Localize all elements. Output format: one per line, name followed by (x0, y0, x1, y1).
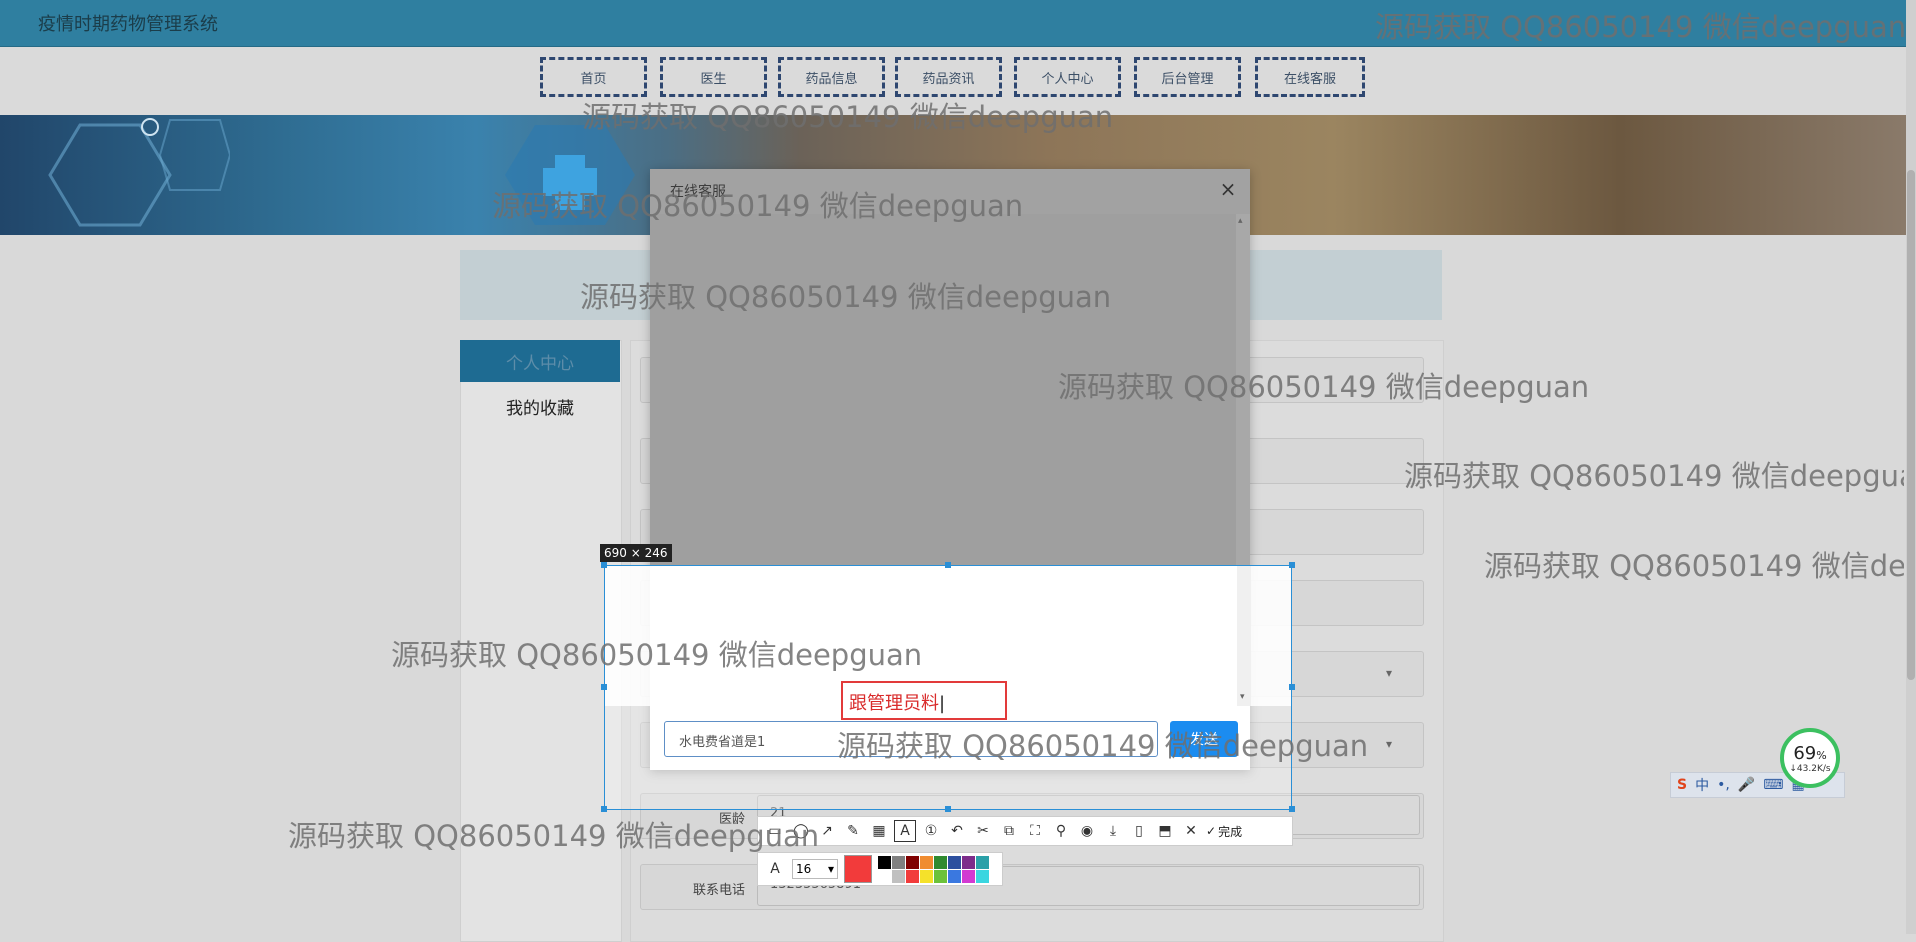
percent-unit: % (1816, 748, 1827, 762)
color-swatch[interactable] (906, 855, 919, 869)
nav-item-drug-news[interactable]: 药品资讯 (895, 57, 1002, 97)
color-swatch[interactable] (920, 869, 933, 883)
font-size-select[interactable]: 16 ▾ (792, 859, 838, 879)
nav-item-doctor[interactable]: 医生 (660, 57, 767, 97)
color-swatch[interactable] (906, 869, 919, 883)
microphone-icon[interactable]: 🎤 (1738, 777, 1755, 793)
font-size-value: 16 (796, 862, 812, 876)
watermark: 源码获取 QQ86050149 微信deepguan (492, 189, 1024, 223)
scissors-icon[interactable]: ✂ (972, 820, 994, 842)
resize-handle[interactable] (601, 684, 607, 690)
chevron-down-icon: ▾ (827, 862, 834, 876)
current-color-swatch[interactable] (844, 855, 872, 883)
selection-size-label: 690 × 246 (600, 544, 672, 562)
download-icon[interactable]: ⤓ (1102, 820, 1124, 842)
close-icon[interactable]: ✕ (1180, 820, 1202, 842)
watermark: 源码获取 QQ86050149 微信deepguan (1404, 459, 1904, 493)
app-title: 疫情时期药物管理系统 (38, 14, 218, 35)
color-swatch[interactable] (892, 869, 905, 883)
page-scroll-thumb[interactable] (1907, 170, 1915, 680)
color-swatch[interactable] (976, 855, 989, 869)
pin-icon[interactable]: ⚲ (1050, 820, 1072, 842)
net-speed: ↓43.2K/s (1789, 763, 1831, 774)
watermark: 源码获取 QQ86050149 微信deepguan (837, 729, 1369, 763)
resize-handle[interactable] (1289, 806, 1295, 812)
color-swatch[interactable] (878, 855, 891, 869)
color-swatch[interactable] (962, 869, 975, 883)
watermark: 源码获取 QQ86050149 微信deepguan (391, 638, 923, 672)
resize-handle[interactable] (1289, 684, 1295, 690)
check-icon: ✓ (1206, 824, 1217, 838)
color-swatch[interactable] (948, 855, 961, 869)
resize-handle[interactable] (945, 806, 951, 812)
scroll-capture-icon[interactable]: ⛶ (1024, 820, 1046, 842)
watermark: 源码获取 QQ86050149 微信deepguan (288, 819, 820, 853)
nav-item-drug-info[interactable]: 药品信息 (778, 57, 885, 97)
text-tool-icon[interactable]: A (894, 820, 916, 842)
font-icon: A (770, 861, 780, 877)
nav-item-personal-center[interactable]: 个人中心 (1014, 57, 1121, 97)
select-chevron-icon[interactable]: ▾ (1386, 666, 1392, 680)
nav-item-home[interactable]: 首页 (540, 57, 647, 97)
sidebar-item-personal-center[interactable]: 个人中心 (460, 340, 620, 382)
field-label-phone: 联系电话 (692, 883, 745, 898)
text-annotation-box[interactable]: 跟管理员料| (841, 681, 1007, 720)
nav-item-online-service[interactable]: 在线客服 (1255, 57, 1365, 97)
color-swatch[interactable] (976, 869, 989, 883)
mosaic-icon[interactable]: ▦ (868, 820, 890, 842)
number-marker-icon[interactable]: ① (920, 820, 942, 842)
color-swatch[interactable] (892, 855, 905, 869)
done-label: 完成 (1218, 824, 1243, 839)
ocr-icon[interactable]: ⧉ (998, 820, 1020, 842)
ime-logo-icon: S (1677, 777, 1688, 793)
arrow-icon[interactable]: ↗ (816, 820, 838, 842)
keyboard-icon[interactable]: ⌨ (1763, 777, 1783, 793)
scroll-up-icon[interactable]: ▴ (1238, 216, 1243, 226)
color-swatch[interactable] (948, 869, 961, 883)
text-style-toolbar: A 16 ▾ (757, 852, 1003, 886)
color-swatch[interactable] (920, 855, 933, 869)
record-icon[interactable]: ◉ (1076, 820, 1098, 842)
banner-hexagon-graphic (48, 118, 230, 227)
network-speed-gauge[interactable]: 69% ↓43.2K/s (1780, 728, 1840, 788)
color-swatch[interactable] (934, 869, 947, 883)
resize-handle[interactable] (601, 806, 607, 812)
nav-item-admin[interactable]: 后台管理 (1134, 57, 1241, 97)
watermark: 源码获取 QQ86050149 微信deepguan (582, 100, 1114, 134)
snip-toolbar: ▭ ◯ ↗ ✎ ▦ A ① ↶ ✂ ⧉ ⛶ ⚲ ◉ ⤓ ▯ ⬒ ✕ ✓ 完成 (757, 816, 1293, 846)
punctuation-icon[interactable]: •, (1717, 777, 1730, 793)
ime-language[interactable]: 中 (1695, 775, 1709, 795)
undo-icon[interactable]: ↶ (946, 820, 968, 842)
close-icon[interactable]: × (1218, 177, 1238, 201)
watermark: 源码获取 QQ86050149 微信deepguan (1484, 549, 1904, 583)
sidebar-item-favorites[interactable]: 我的收藏 (460, 386, 620, 426)
watermark: 源码获取 QQ86050149 微信deepguan (1375, 10, 1907, 44)
resize-handle[interactable] (1289, 562, 1295, 568)
color-palette (878, 855, 989, 883)
bookmark-icon[interactable]: ⬒ (1154, 820, 1176, 842)
color-swatch[interactable] (878, 869, 891, 883)
phone-icon[interactable]: ▯ (1128, 820, 1150, 842)
watermark: 源码获取 QQ86050149 微信deepguan (580, 280, 1112, 314)
done-button[interactable]: ✓ 完成 (1206, 823, 1242, 840)
resize-handle[interactable] (945, 562, 951, 568)
annotation-text: 跟管理员料 (849, 693, 939, 714)
watermark: 源码获取 QQ86050149 微信deepguan (1058, 370, 1590, 404)
resize-handle[interactable] (601, 562, 607, 568)
battery-percent: 69 (1793, 742, 1817, 764)
select-chevron-icon[interactable]: ▾ (1386, 737, 1392, 751)
color-swatch[interactable] (962, 855, 975, 869)
color-swatch[interactable] (934, 855, 947, 869)
pencil-icon[interactable]: ✎ (842, 820, 864, 842)
